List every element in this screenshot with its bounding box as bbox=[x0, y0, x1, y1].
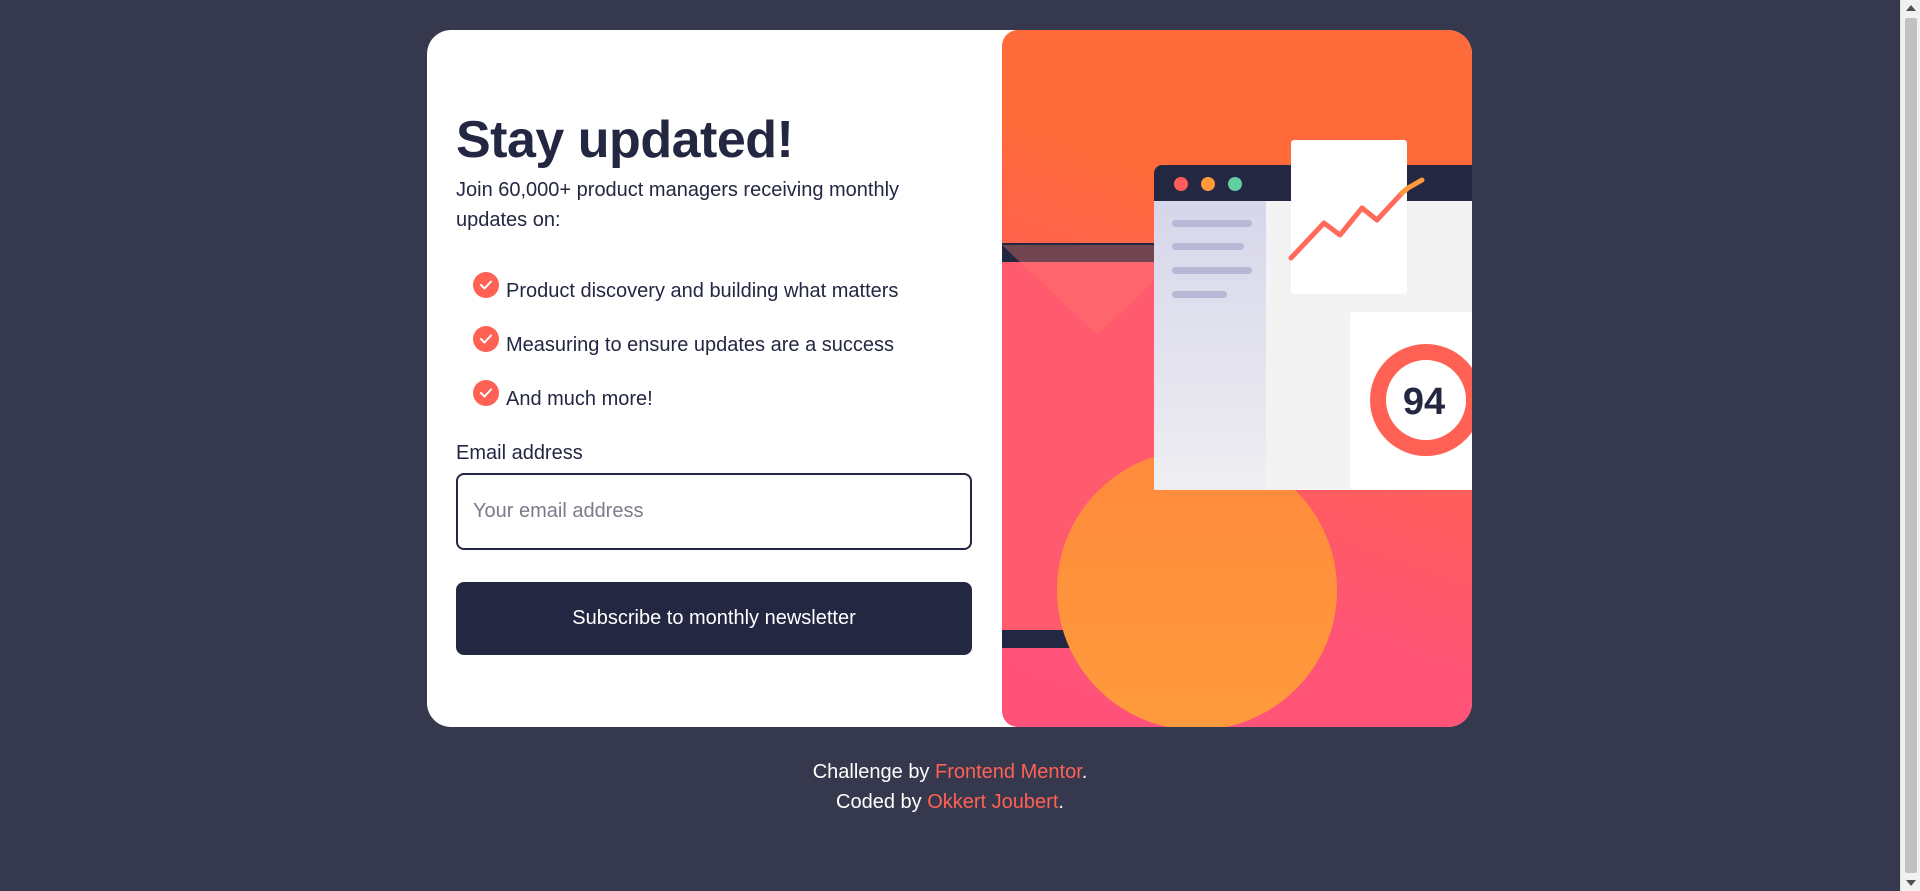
scroll-thumb[interactable] bbox=[1905, 18, 1917, 873]
check-icon bbox=[473, 380, 499, 406]
score-value: 94 bbox=[1403, 381, 1445, 423]
email-field[interactable] bbox=[456, 473, 972, 550]
subscribe-button[interactable]: Subscribe to monthly newsletter bbox=[456, 582, 972, 655]
challenge-line: Challenge by Frontend Mentor. bbox=[0, 757, 1900, 787]
coded-prefix: Coded by bbox=[836, 791, 928, 813]
page-title: Stay updated! bbox=[456, 111, 794, 169]
email-label: Email address bbox=[456, 442, 583, 464]
feature-text: Product discovery and building what matt… bbox=[506, 280, 899, 302]
challenge-suffix: . bbox=[1081, 761, 1088, 783]
dashboard-illustration-graphic: 94 bbox=[1002, 140, 1472, 727]
vertical-scrollbar[interactable] bbox=[1900, 0, 1920, 891]
coded-by-line: Coded by Okkert Joubert. bbox=[0, 787, 1900, 817]
coded-suffix: . bbox=[1058, 791, 1064, 813]
scroll-up-arrow-icon[interactable] bbox=[1906, 5, 1916, 11]
feature-text: Measuring to ensure updates are a succes… bbox=[506, 334, 894, 356]
page: Stay updated! Join 60,000+ product manag… bbox=[0, 0, 1920, 891]
intro-text: Join 60,000+ product managers receiving … bbox=[456, 179, 900, 231]
challenge-prefix: Challenge by bbox=[812, 761, 935, 783]
check-icon bbox=[473, 326, 499, 352]
attribution-footer: Challenge by Frontend Mentor. Coded by O… bbox=[0, 757, 1900, 817]
scroll-down-arrow-icon[interactable] bbox=[1906, 880, 1916, 886]
check-icon bbox=[473, 272, 499, 298]
feature-text: And much more! bbox=[506, 388, 653, 410]
newsletter-card: Stay updated! Join 60,000+ product manag… bbox=[427, 30, 1472, 727]
author-link[interactable]: Okkert Joubert bbox=[927, 791, 1058, 813]
hero-illustration: 94 bbox=[1002, 30, 1472, 727]
frontend-mentor-link[interactable]: Frontend Mentor bbox=[935, 761, 1082, 783]
